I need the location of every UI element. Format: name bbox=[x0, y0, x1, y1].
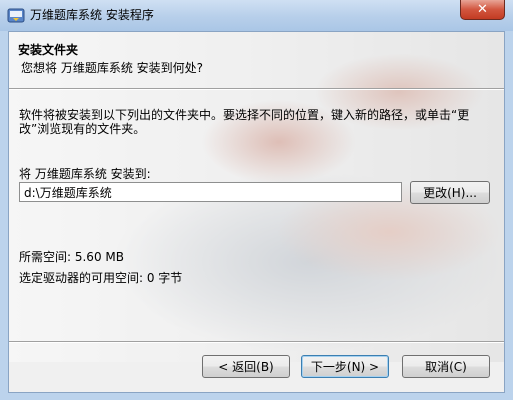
back-button[interactable]: < 返回(B) bbox=[202, 355, 290, 378]
footer-divider bbox=[9, 341, 504, 343]
next-button[interactable]: 下一步(N) > bbox=[301, 355, 389, 378]
page-subtitle: 您想将 万维题库系统 安装到何处? bbox=[21, 61, 203, 75]
window-title: 万维题库系统 安装程序 bbox=[30, 8, 154, 22]
header-divider bbox=[9, 88, 504, 90]
close-button[interactable]: ✕ bbox=[460, 0, 505, 20]
title-bar[interactable]: 万维题库系统 安装程序 ✕ bbox=[0, 0, 513, 31]
installer-window: 万维题库系统 安装程序 ✕ 安装文件夹 您想将 万维题库系统 安装到何处? 软件… bbox=[0, 0, 513, 400]
install-path-input[interactable] bbox=[19, 182, 402, 202]
page-title: 安装文件夹 bbox=[18, 43, 79, 57]
close-icon: ✕ bbox=[477, 2, 488, 17]
dialog-body: 安装文件夹 您想将 万维题库系统 安装到何处? 软件将被安装到以下列出的文件夹中… bbox=[8, 31, 505, 393]
space-required-text: 所需空间: 5.60 MB bbox=[19, 250, 124, 264]
change-folder-button[interactable]: 更改(H)... bbox=[410, 181, 490, 204]
header-panel: 安装文件夹 您想将 万维题库系统 安装到何处? bbox=[9, 32, 504, 88]
install-location-label: 将 万维题库系统 安装到: bbox=[19, 167, 151, 181]
installer-icon bbox=[7, 8, 25, 23]
space-available-text: 选定驱动器的可用空间: 0 字节 bbox=[19, 271, 183, 285]
cancel-button[interactable]: 取消(C) bbox=[402, 355, 490, 378]
instruction-text: 软件将被安装到以下列出的文件夹中。要选择不同的位置，键入新的路径，或单击“更改”… bbox=[19, 108, 470, 136]
